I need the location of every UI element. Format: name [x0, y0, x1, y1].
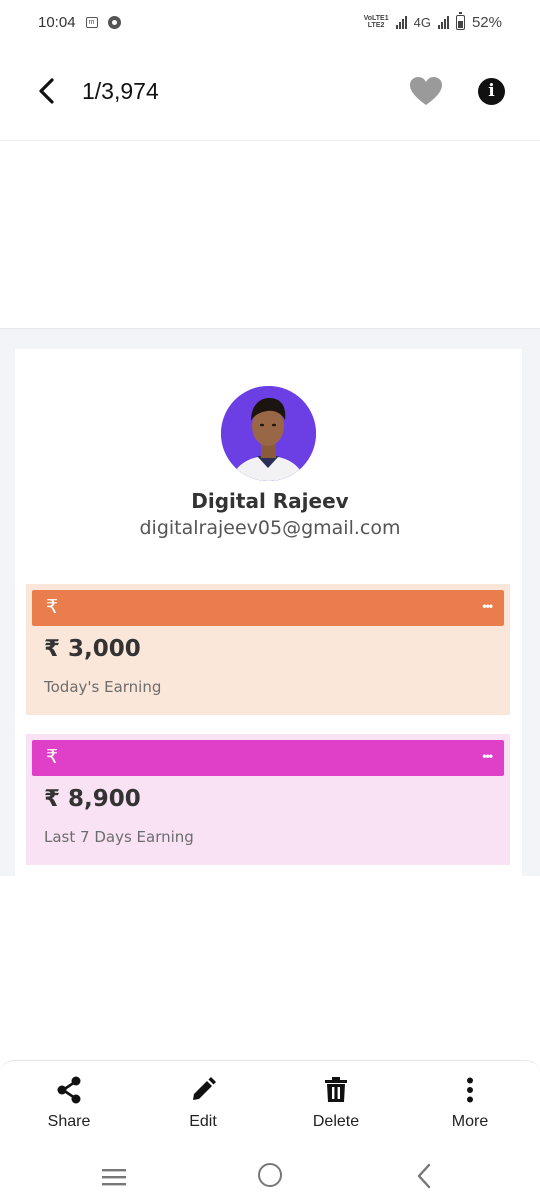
share-icon — [14, 1073, 124, 1107]
delete-label: Delete — [312, 1113, 360, 1130]
edit-button[interactable]: Edit — [148, 1073, 258, 1143]
system-nav-bar — [0, 1150, 540, 1204]
more-vertical-icon — [415, 1073, 525, 1107]
network-type: 4G — [413, 14, 431, 30]
favorite-heart-icon[interactable] — [409, 76, 443, 106]
profile-name: Digital Rajeev — [191, 489, 349, 513]
earning-amount: ₹ 3,000 — [44, 636, 141, 662]
battery-icon — [455, 11, 465, 30]
earning-card-today: ₹ ••• ₹ 3,000 Today's Earning — [26, 584, 510, 715]
delete-button[interactable]: Delete — [281, 1073, 391, 1143]
info-icon[interactable]: i — [478, 78, 505, 105]
volte-top: VoLTE1 — [363, 15, 389, 22]
earning-label: Today's Earning — [44, 678, 162, 696]
more-dots-icon[interactable]: ••• — [482, 599, 493, 613]
chrome-icon — [107, 15, 121, 29]
battery-percent: 52% — [471, 13, 502, 31]
image-counter: 1/3,974 — [82, 78, 159, 104]
earning-amount: ₹ 8,900 — [44, 786, 141, 812]
rupee-icon: ₹ — [46, 596, 59, 618]
back-arrow-icon[interactable] — [34, 76, 60, 106]
notification-icon: m — [85, 16, 98, 28]
more-label: More — [451, 1113, 489, 1130]
status-bar: 10:04 m VoLTE1 LTE2 4G 52% — [0, 0, 540, 44]
edit-label: Edit — [189, 1113, 217, 1130]
earning-header-bar: ₹ ••• — [32, 740, 504, 776]
more-dots-icon[interactable]: ••• — [482, 749, 493, 763]
home-icon[interactable] — [258, 1163, 282, 1187]
more-button[interactable]: More — [415, 1073, 525, 1143]
status-left: 10:04 m — [38, 14, 121, 31]
share-button[interactable]: Share — [14, 1073, 124, 1143]
profile-email: digitalrajeev05@gmail.com — [139, 517, 401, 539]
recents-icon[interactable] — [101, 1167, 127, 1187]
signal-icon-2 — [437, 15, 449, 29]
trash-icon — [281, 1073, 391, 1107]
share-label: Share — [47, 1113, 91, 1130]
volte-bottom: LTE2 — [367, 22, 385, 29]
status-right: VoLTE1 LTE2 4G 52% — [364, 11, 502, 31]
earning-card-week: ₹ ••• ₹ 8,900 Last 7 Days Earning — [26, 734, 510, 865]
volte-indicator: VoLTE1 LTE2 — [364, 15, 389, 29]
nav-back-icon[interactable] — [414, 1163, 434, 1189]
earning-label: Last 7 Days Earning — [44, 828, 194, 846]
viewer-header: 1/3,974 i — [0, 44, 540, 141]
earning-header-bar: ₹ ••• — [32, 590, 504, 626]
action-bar: Share Edit Delete More — [0, 1060, 540, 1158]
avatar — [221, 386, 316, 481]
status-time: 10:04 — [38, 13, 76, 31]
signal-icon-1 — [395, 15, 407, 29]
rupee-icon: ₹ — [46, 746, 59, 768]
pencil-icon — [148, 1073, 258, 1107]
